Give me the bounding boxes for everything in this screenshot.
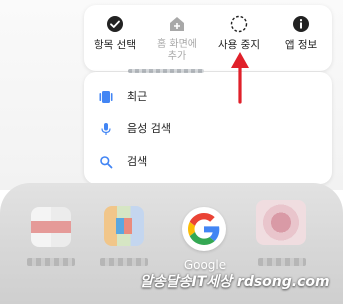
recent-icon xyxy=(99,91,113,103)
blurred-app-icon[interactable] xyxy=(256,200,306,245)
blurred-app-label xyxy=(100,258,148,266)
select-items-label: 항목 선택 xyxy=(94,39,136,51)
shortcut-recent-label: 최근 xyxy=(127,90,148,103)
app-shortcut-popup: 항목 선택 홈 화면에 추가 사용 중지 앱 정보 xyxy=(84,5,332,71)
check-circle-icon xyxy=(107,16,123,32)
blurred-app-icon[interactable] xyxy=(104,206,144,246)
add-to-home-label: 홈 화면에 추가 xyxy=(157,39,197,62)
shortcut-recent[interactable]: 최근 xyxy=(84,83,332,111)
app-shortcuts-list: 최근 음성 검색 검색 xyxy=(84,72,332,184)
select-items-action[interactable]: 항목 선택 xyxy=(84,5,146,71)
blurred-app-icon[interactable] xyxy=(31,207,71,247)
shortcut-voice-search[interactable]: 음성 검색 xyxy=(84,115,332,143)
shortcut-voice-search-label: 음성 검색 xyxy=(127,122,171,135)
blurred-app-label xyxy=(27,258,75,266)
red-arrow-annotation xyxy=(231,52,249,104)
app-info-action[interactable]: 앱 정보 xyxy=(270,5,332,71)
add-home-icon xyxy=(170,17,184,31)
search-icon xyxy=(100,156,113,169)
dashed-circle-icon xyxy=(230,15,248,33)
add-to-home-action[interactable]: 홈 화면에 추가 xyxy=(146,5,208,71)
shortcut-search[interactable]: 검색 xyxy=(84,148,332,176)
app-info-label: 앱 정보 xyxy=(284,39,318,51)
google-app-icon[interactable] xyxy=(182,207,226,251)
pixelated-divider xyxy=(128,69,204,73)
google-g-icon xyxy=(188,213,220,245)
info-icon xyxy=(293,16,309,32)
google-app-label: Google xyxy=(183,258,227,272)
watermark-text: 알송달송IT세상 rdsong.com xyxy=(140,274,330,290)
blurred-app-label xyxy=(258,258,306,266)
mic-icon xyxy=(101,123,111,135)
shortcut-search-label: 검색 xyxy=(127,155,148,168)
